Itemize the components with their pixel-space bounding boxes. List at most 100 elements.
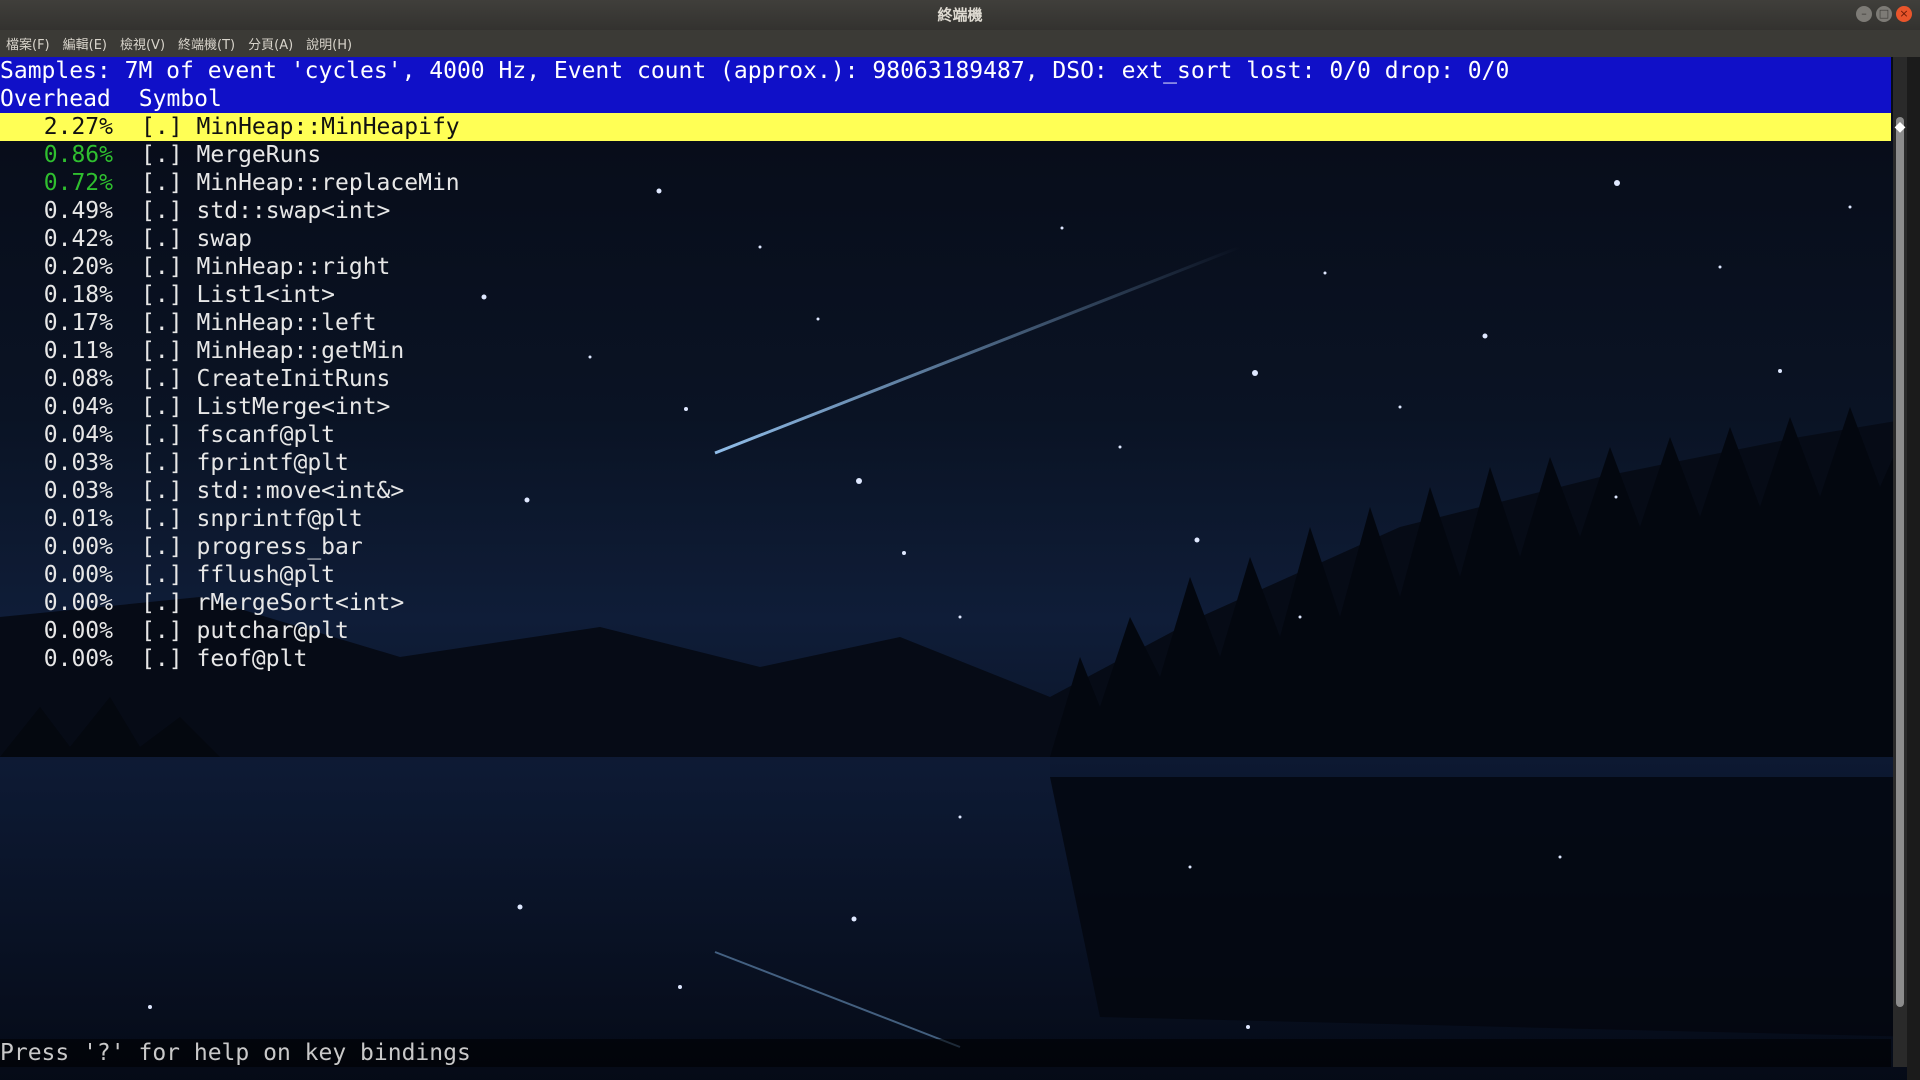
minimize-icon[interactable]: – [1856, 6, 1872, 22]
symbol-row[interactable]: 0.01% [.] snprintf@plt [0, 505, 1891, 533]
scroll-position-marker-icon: ◆ [1894, 119, 1906, 135]
terminal-window: 終端機 – □ × 檔案(F) 編輯(E) 檢視(V) 終端機(T) 分頁(A)… [0, 0, 1920, 1080]
symbol-row[interactable]: 0.49% [.] std::swap<int> [0, 197, 1891, 225]
overhead-value: 0.11% [43, 338, 113, 364]
overhead-value: 2.27% [43, 114, 113, 140]
symbol-name: snprintf@plt [196, 506, 363, 532]
overhead-value: 0.00% [43, 646, 113, 672]
scroll-thumb[interactable] [1896, 117, 1904, 1007]
perf-report: Samples: 7M of event 'cycles', 4000 Hz, … [0, 57, 1891, 673]
dso-marker: [.] [141, 394, 183, 420]
symbol-name: feof@plt [196, 646, 308, 672]
overhead-value: 0.42% [43, 226, 113, 252]
menu-tabs[interactable]: 分頁(A) [248, 32, 293, 55]
symbol-row[interactable]: 0.08% [.] CreateInitRuns [0, 365, 1891, 393]
symbol-row[interactable]: 0.20% [.] MinHeap::right [0, 253, 1891, 281]
symbol-row[interactable]: 0.00% [.] putchar@plt [0, 617, 1891, 645]
samples-header: Samples: 7M of event 'cycles', 4000 Hz, … [0, 57, 1891, 85]
overhead-value: 0.00% [43, 590, 113, 616]
symbol-name: fflush@plt [196, 562, 336, 588]
overhead-value: 0.04% [43, 422, 113, 448]
dso-marker: [.] [141, 310, 183, 336]
symbol-row[interactable]: 2.27% [.] MinHeap::MinHeapify [0, 113, 1891, 141]
overhead-value: 0.17% [43, 310, 113, 336]
title-bar[interactable]: 終端機 – □ × [0, 0, 1920, 30]
overhead-value: 0.20% [43, 254, 113, 280]
dso-marker: [.] [141, 170, 183, 196]
dso-marker: [.] [141, 198, 183, 224]
symbol-row[interactable]: 0.72% [.] MinHeap::replaceMin [0, 169, 1891, 197]
overhead-value: 0.18% [43, 282, 113, 308]
symbol-row[interactable]: 0.86% [.] MergeRuns [0, 141, 1891, 169]
window-edge [1907, 57, 1920, 1080]
dso-marker: [.] [141, 646, 183, 672]
symbol-row[interactable]: 0.03% [.] std::move<int&> [0, 477, 1891, 505]
symbol-name: CreateInitRuns [196, 366, 391, 392]
menu-help[interactable]: 說明(H) [306, 32, 352, 55]
symbol-row[interactable]: 0.42% [.] swap [0, 225, 1891, 253]
symbol-row[interactable]: 0.00% [.] rMergeSort<int> [0, 589, 1891, 617]
overhead-value: 0.04% [43, 394, 113, 420]
overhead-value: 0.08% [43, 366, 113, 392]
symbol-list: 2.27% [.] MinHeap::MinHeapify 0.86% [.] Merge… [0, 113, 1891, 673]
dso-marker: [.] [141, 226, 183, 252]
symbol-name: swap [196, 226, 252, 252]
menu-view[interactable]: 檢視(V) [120, 32, 165, 55]
symbol-name: rMergeSort<int> [196, 590, 405, 616]
symbol-row[interactable]: 0.00% [.] progress_bar [0, 533, 1891, 561]
dso-marker: [.] [141, 422, 183, 448]
window-controls: – □ × [1856, 6, 1912, 22]
dso-marker: [.] [141, 506, 183, 532]
overhead-value: 0.49% [43, 198, 113, 224]
symbol-row[interactable]: 0.11% [.] MinHeap::getMin [0, 337, 1891, 365]
symbol-row[interactable]: 0.00% [.] fflush@plt [0, 561, 1891, 589]
symbol-name: fscanf@plt [196, 422, 336, 448]
dso-marker: [.] [141, 338, 183, 364]
dso-marker: [.] [141, 282, 183, 308]
close-icon[interactable]: × [1896, 6, 1912, 22]
dso-marker: [.] [141, 366, 183, 392]
symbol-name: std::move<int&> [196, 478, 405, 504]
menu-edit[interactable]: 編輯(E) [63, 32, 107, 55]
dso-marker: [.] [141, 618, 183, 644]
dso-marker: [.] [141, 562, 183, 588]
dso-marker: [.] [141, 450, 183, 476]
dso-marker: [.] [141, 142, 183, 168]
status-line: Press '?' for help on key bindings [0, 1039, 1891, 1067]
overhead-value: 0.72% [43, 170, 113, 196]
symbol-name: MinHeap::replaceMin [196, 170, 460, 196]
symbol-row[interactable]: 0.04% [.] fscanf@plt [0, 421, 1891, 449]
overhead-value: 0.00% [43, 618, 113, 644]
window-title: 終端機 [937, 6, 983, 24]
column-header: Overhead Symbol [0, 85, 1891, 113]
symbol-row[interactable]: 0.18% [.] List1<int> [0, 281, 1891, 309]
overhead-value: 0.86% [43, 142, 113, 168]
col-overhead: Overhead [0, 86, 111, 112]
terminal-area[interactable]: Samples: 7M of event 'cycles', 4000 Hz, … [0, 57, 1920, 1080]
symbol-name: ListMerge<int> [196, 394, 391, 420]
symbol-row[interactable]: 0.03% [.] fprintf@plt [0, 449, 1891, 477]
symbol-name: putchar@plt [196, 618, 349, 644]
symbol-name: MinHeap::right [196, 254, 391, 280]
scrollbar[interactable] [1893, 57, 1907, 1067]
symbol-row[interactable]: 0.17% [.] MinHeap::left [0, 309, 1891, 337]
overhead-value: 0.00% [43, 534, 113, 560]
dso-marker: [.] [141, 254, 183, 280]
menu-terminal[interactable]: 終端機(T) [178, 32, 235, 55]
symbol-name: std::swap<int> [196, 198, 391, 224]
maximize-icon[interactable]: □ [1876, 6, 1892, 22]
overhead-value: 0.03% [43, 450, 113, 476]
menu-file[interactable]: 檔案(F) [6, 32, 50, 55]
symbol-name: MinHeap::getMin [196, 338, 405, 364]
dso-marker: [.] [141, 590, 183, 616]
dso-marker: [.] [141, 534, 183, 560]
symbol-row[interactable]: 0.04% [.] ListMerge<int> [0, 393, 1891, 421]
col-symbol: Symbol [138, 86, 222, 112]
overhead-value: 0.01% [43, 506, 113, 532]
symbol-row[interactable]: 0.00% [.] feof@plt [0, 645, 1891, 673]
symbol-name: List1<int> [196, 282, 336, 308]
menu-bar: 檔案(F) 編輯(E) 檢視(V) 終端機(T) 分頁(A) 說明(H) [0, 30, 1920, 57]
symbol-name: progress_bar [196, 534, 363, 560]
overhead-value: 0.03% [43, 478, 113, 504]
dso-marker: [.] [141, 478, 183, 504]
